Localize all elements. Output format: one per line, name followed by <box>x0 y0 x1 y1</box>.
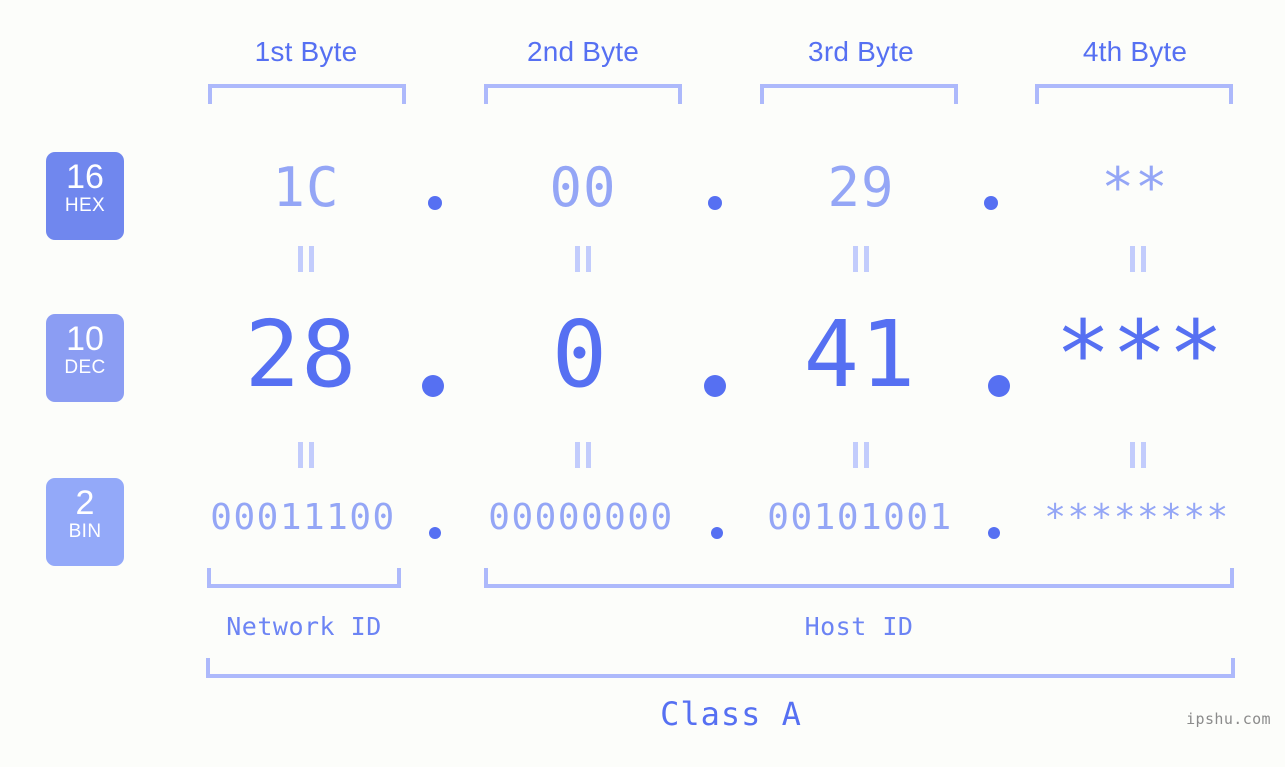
byte-bracket-3 <box>760 84 958 104</box>
byte-bracket-2 <box>484 84 682 104</box>
hex-separator-1 <box>428 196 442 210</box>
base-badge-hex-number: 16 <box>66 158 104 196</box>
network-id-label: Network ID <box>226 612 382 641</box>
dec-byte-4: *** <box>1055 301 1225 408</box>
base-badge-dec: 10 DEC <box>46 314 124 402</box>
hex-separator-3 <box>984 196 998 210</box>
byte-bracket-4 <box>1035 84 1233 104</box>
base-badge-dec-number: 10 <box>66 320 104 358</box>
equals-dec-bin-2 <box>568 442 598 468</box>
equals-hex-dec-4 <box>1123 246 1153 272</box>
bin-byte-2: 00000000 <box>488 497 674 538</box>
hex-byte-2: 00 <box>549 156 617 219</box>
bin-byte-1: 00011100 <box>210 497 396 538</box>
network-id-bracket <box>207 568 401 588</box>
base-badge-bin-number: 2 <box>75 484 95 522</box>
byte-header-1: 1st Byte <box>254 36 358 67</box>
host-id-bracket <box>484 568 1234 588</box>
byte-bracket-1 <box>208 84 406 104</box>
equals-dec-bin-3 <box>846 442 876 468</box>
dec-byte-1: 28 <box>244 301 358 408</box>
bin-separator-1 <box>429 527 441 539</box>
base-badge-dec-label: DEC <box>64 357 106 378</box>
dec-separator-1 <box>422 375 444 397</box>
host-id-label: Host ID <box>804 612 914 641</box>
byte-header-3: 3rd Byte <box>808 36 914 67</box>
equals-dec-bin-1 <box>291 442 321 468</box>
base-badge-bin: 2 BIN <box>46 478 124 566</box>
dec-byte-2: 0 <box>551 301 609 408</box>
dec-separator-2 <box>704 375 726 397</box>
hex-separator-2 <box>708 196 722 210</box>
equals-dec-bin-4 <box>1123 442 1153 468</box>
bin-separator-3 <box>988 527 1000 539</box>
byte-header-4: 4th Byte <box>1082 36 1188 67</box>
bin-byte-4: ******** <box>1044 497 1230 538</box>
base-badge-hex: 16 HEX <box>46 152 124 240</box>
class-bracket <box>206 658 1235 678</box>
bin-byte-3: 00101001 <box>767 497 953 538</box>
bin-separator-2 <box>711 527 723 539</box>
dec-separator-3 <box>988 375 1010 397</box>
class-label: Class A <box>660 695 802 733</box>
equals-hex-dec-2 <box>568 246 598 272</box>
hex-byte-4: ** <box>1101 156 1169 219</box>
dec-byte-3: 41 <box>803 301 917 408</box>
base-badge-hex-label: HEX <box>64 195 106 216</box>
watermark: ipshu.com <box>1186 710 1271 728</box>
hex-byte-1: 1C <box>272 156 340 219</box>
equals-hex-dec-1 <box>291 246 321 272</box>
equals-hex-dec-3 <box>846 246 876 272</box>
byte-header-2: 2nd Byte <box>526 36 640 67</box>
hex-byte-3: 29 <box>827 156 895 219</box>
base-badge-bin-label: BIN <box>68 521 102 542</box>
ip-breakdown-diagram: 1st Byte 2nd Byte 3rd Byte 4th Byte 16 H… <box>0 0 1285 767</box>
